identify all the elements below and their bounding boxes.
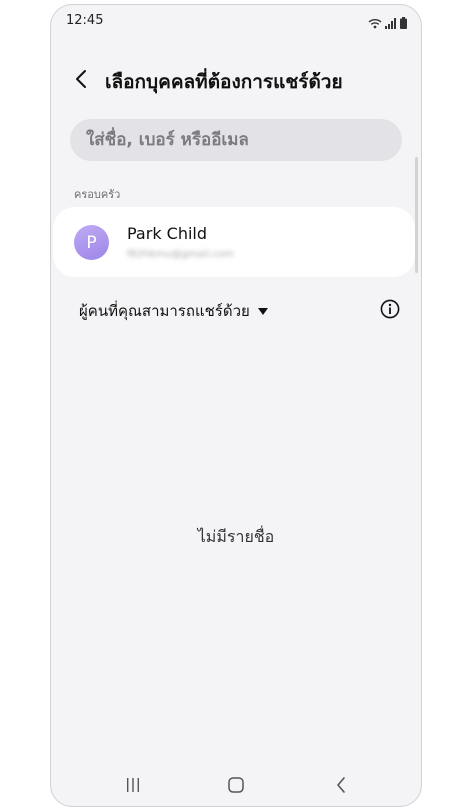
contact-name: Park Child bbox=[127, 224, 208, 243]
nav-back-button[interactable] bbox=[326, 773, 356, 797]
home-icon bbox=[228, 777, 244, 793]
status-icons bbox=[368, 14, 407, 33]
section-label-family: ครอบครัว bbox=[74, 188, 121, 201]
status-bar: 12:45 bbox=[51, 5, 421, 37]
people-dropdown[interactable]: ผู้คนที่คุณสามารถแชร์ด้วย bbox=[79, 299, 268, 323]
contact-email: f82hkmu@gmail.com bbox=[127, 249, 234, 260]
dropdown-label: ผู้คนที่คุณสามารถแชร์ด้วย bbox=[79, 302, 250, 320]
status-time: 12:45 bbox=[66, 13, 104, 28]
navigation-bar bbox=[51, 765, 421, 805]
chevron-left-icon bbox=[76, 70, 86, 88]
back-icon bbox=[337, 777, 345, 793]
signal-icon bbox=[385, 14, 397, 33]
phone-screen: 12:45 เลือกบุคคลที่ต้องการแชร์ด้วย ใส่ชื… bbox=[50, 4, 422, 807]
info-button[interactable] bbox=[380, 299, 400, 319]
avatar-initial: P bbox=[86, 232, 97, 253]
caret-down-icon bbox=[257, 307, 268, 315]
app-bar: เลือกบุคคลที่ต้องการแชร์ด้วย bbox=[51, 57, 421, 103]
home-button[interactable] bbox=[221, 773, 251, 797]
back-button[interactable] bbox=[67, 63, 95, 95]
contact-card[interactable]: P Park Child f82hkmu@gmail.com bbox=[53, 207, 415, 277]
search-input[interactable] bbox=[70, 119, 402, 161]
recents-button[interactable] bbox=[118, 773, 148, 797]
info-icon bbox=[380, 299, 400, 319]
avatar: P bbox=[74, 225, 109, 260]
search-box bbox=[70, 119, 402, 161]
page-title: เลือกบุคคลที่ต้องการแชร์ด้วย bbox=[105, 71, 343, 93]
empty-state-text: ไม่มีรายชื่อ bbox=[197, 527, 275, 546]
wifi-icon bbox=[368, 14, 382, 33]
recents-icon bbox=[127, 778, 139, 792]
battery-icon bbox=[400, 14, 407, 33]
scrollbar[interactable] bbox=[415, 157, 418, 273]
